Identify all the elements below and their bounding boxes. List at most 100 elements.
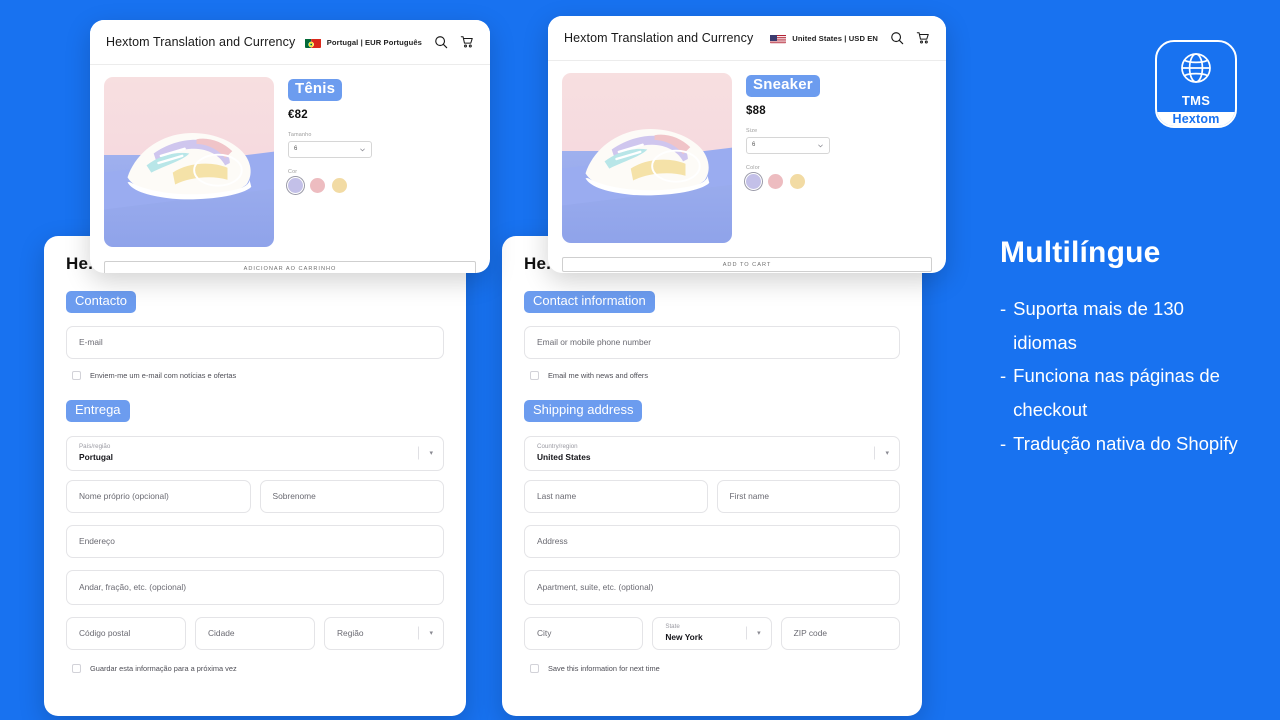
last-name-placeholder: First name xyxy=(729,491,770,502)
color-swatch-yellow[interactable] xyxy=(332,177,347,193)
locale-selector[interactable]: United States | USD EN xyxy=(770,33,878,44)
bullet-text: Suporta mais de 130 idiomas xyxy=(1013,298,1184,353)
city-input[interactable]: Cidade xyxy=(195,616,315,650)
postal-code-input[interactable]: Código postal xyxy=(66,616,186,650)
newsletter-label: Enviem-me um e-mail com notícias e ofert… xyxy=(90,370,237,380)
save-info-checkbox-row[interactable]: Guardar esta informação para a próxima v… xyxy=(66,663,444,673)
chevron-down-icon: ▾ xyxy=(429,450,433,458)
size-select[interactable]: 6 xyxy=(746,136,830,154)
save-info-checkbox[interactable] xyxy=(530,663,539,673)
sneaker-illustration xyxy=(585,128,709,196)
us-flag-icon xyxy=(770,33,787,44)
product-price: $88 xyxy=(746,104,766,117)
apartment-placeholder: Apartment, suite, etc. (optional) xyxy=(537,582,654,593)
email-input[interactable]: Email or mobile phone number xyxy=(524,325,900,359)
store-header-actions: Portugal | EUR Português xyxy=(304,35,474,49)
logo-tms-text: TMS xyxy=(1181,93,1211,108)
city-placeholder: City xyxy=(537,628,552,639)
globe-icon xyxy=(1179,51,1213,90)
newsletter-label: Email me with news and offers xyxy=(548,370,649,380)
save-info-checkbox-row[interactable]: Save this information for next time xyxy=(524,663,900,673)
size-value: 6 xyxy=(752,142,756,149)
first-name-placeholder: Nome próprio (opcional) xyxy=(79,491,169,502)
select-divider xyxy=(418,446,419,460)
first-name-input[interactable]: Nome próprio (opcional) xyxy=(66,479,251,513)
country-select[interactable]: Country/region United States ▾ xyxy=(524,435,900,471)
color-swatch-yellow[interactable] xyxy=(790,173,805,189)
email-input-placeholder: Email or mobile phone number xyxy=(537,337,652,348)
newsletter-checkbox[interactable] xyxy=(530,370,539,380)
region-placeholder: Região xyxy=(337,628,364,639)
zip-code-input[interactable]: ZIP code xyxy=(780,616,900,650)
store-header: Hextom Translation and Currency United S… xyxy=(548,16,946,61)
product-actions: ADICIONAR AO CARRINHO COMPRAR COM xyxy=(90,261,490,273)
color-swatch-lavender[interactable] xyxy=(746,173,761,189)
add-to-cart-button[interactable]: ADD TO CART xyxy=(562,257,932,272)
newsletter-checkbox-row[interactable]: Email me with news and offers xyxy=(524,370,900,380)
product-body: Sneaker $88 Size 6 Color xyxy=(548,61,946,243)
city-input[interactable]: City xyxy=(524,616,644,650)
list-item: - Suporta mais de 130 idiomas xyxy=(1000,292,1250,359)
product-image[interactable] xyxy=(104,77,274,247)
last-name-input[interactable]: First name xyxy=(716,479,900,513)
search-icon[interactable] xyxy=(890,31,904,45)
product-card-portuguese: Hextom Translation and Currency Portugal… xyxy=(90,20,490,273)
country-select-content: Country/region United States xyxy=(537,443,591,462)
city-state-zip-row: City State New York ▾ ZIP code xyxy=(524,616,900,650)
search-icon[interactable] xyxy=(434,35,448,49)
size-select[interactable]: 6 xyxy=(288,140,372,158)
chevron-down-icon xyxy=(818,144,823,148)
zip-code-placeholder: ZIP code xyxy=(793,628,828,639)
marketing-heading: Multilíngue xyxy=(1000,236,1161,269)
postal-code-placeholder: Código postal xyxy=(79,628,131,639)
color-swatch-lavender[interactable] xyxy=(288,177,303,193)
product-name-highlight: Sneaker xyxy=(746,75,820,97)
country-select[interactable]: País/região Portugal ▾ xyxy=(66,435,444,471)
product-price: €82 xyxy=(288,108,308,121)
name-row: Nome próprio (opcional) Sobrenome xyxy=(66,479,444,513)
state-select-content: State New York xyxy=(665,623,702,642)
country-value: Portugal xyxy=(79,452,113,463)
select-divider xyxy=(874,446,875,460)
email-input[interactable]: E-mail xyxy=(66,325,444,359)
bullet-text: Tradução nativa do Shopify xyxy=(1013,432,1238,454)
color-swatch-pink[interactable] xyxy=(310,177,325,193)
product-info: Sneaker $88 Size 6 Color xyxy=(746,73,932,243)
email-input-placeholder: E-mail xyxy=(79,337,103,348)
cart-icon[interactable] xyxy=(460,35,474,49)
color-label: Color xyxy=(746,164,760,171)
name-row: Last name First name xyxy=(524,479,900,513)
state-label: State xyxy=(665,623,680,631)
bullet-dash: - xyxy=(1000,298,1007,319)
address-input[interactable]: Address xyxy=(524,524,900,558)
region-select[interactable]: Região ▾ xyxy=(324,616,444,650)
locale-label: Portugal | EUR Português xyxy=(326,37,422,47)
apartment-input[interactable]: Apartment, suite, etc. (optional) xyxy=(524,569,900,605)
save-info-label: Guardar esta informação para a próxima v… xyxy=(90,663,237,673)
product-actions: ADD TO CART BUY IT NOW xyxy=(548,257,946,273)
apartment-placeholder: Andar, fração, etc. (opcional) xyxy=(79,582,187,593)
apartment-input[interactable]: Andar, fração, etc. (opcional) xyxy=(66,569,444,605)
store-header: Hextom Translation and Currency Portugal… xyxy=(90,20,490,65)
product-image[interactable] xyxy=(562,73,732,243)
first-name-placeholder: Last name xyxy=(537,491,577,502)
locale-selector[interactable]: Portugal | EUR Português xyxy=(304,37,422,48)
size-label: Tamanho xyxy=(288,131,312,138)
add-to-cart-button[interactable]: ADICIONAR AO CARRINHO xyxy=(104,261,476,273)
product-name-highlight: Tênis xyxy=(288,79,343,101)
color-label: Cor xyxy=(288,168,298,175)
state-select[interactable]: State New York ▾ xyxy=(652,616,772,650)
chevron-down-icon xyxy=(360,148,365,152)
last-name-input[interactable]: Sobrenome xyxy=(259,479,444,513)
address-placeholder: Address xyxy=(537,536,568,547)
locale-label: United States | USD EN xyxy=(792,33,878,43)
address-input[interactable]: Endereço xyxy=(66,524,444,558)
save-info-checkbox[interactable] xyxy=(72,663,81,673)
first-name-input[interactable]: Last name xyxy=(524,479,708,513)
newsletter-checkbox-row[interactable]: Enviem-me um e-mail com notícias e ofert… xyxy=(66,370,444,380)
country-select-content: País/região Portugal xyxy=(79,443,113,463)
newsletter-checkbox[interactable] xyxy=(72,370,81,380)
cart-icon[interactable] xyxy=(916,31,930,45)
color-swatch-pink[interactable] xyxy=(768,173,783,189)
chevron-down-icon: ▾ xyxy=(885,450,889,458)
